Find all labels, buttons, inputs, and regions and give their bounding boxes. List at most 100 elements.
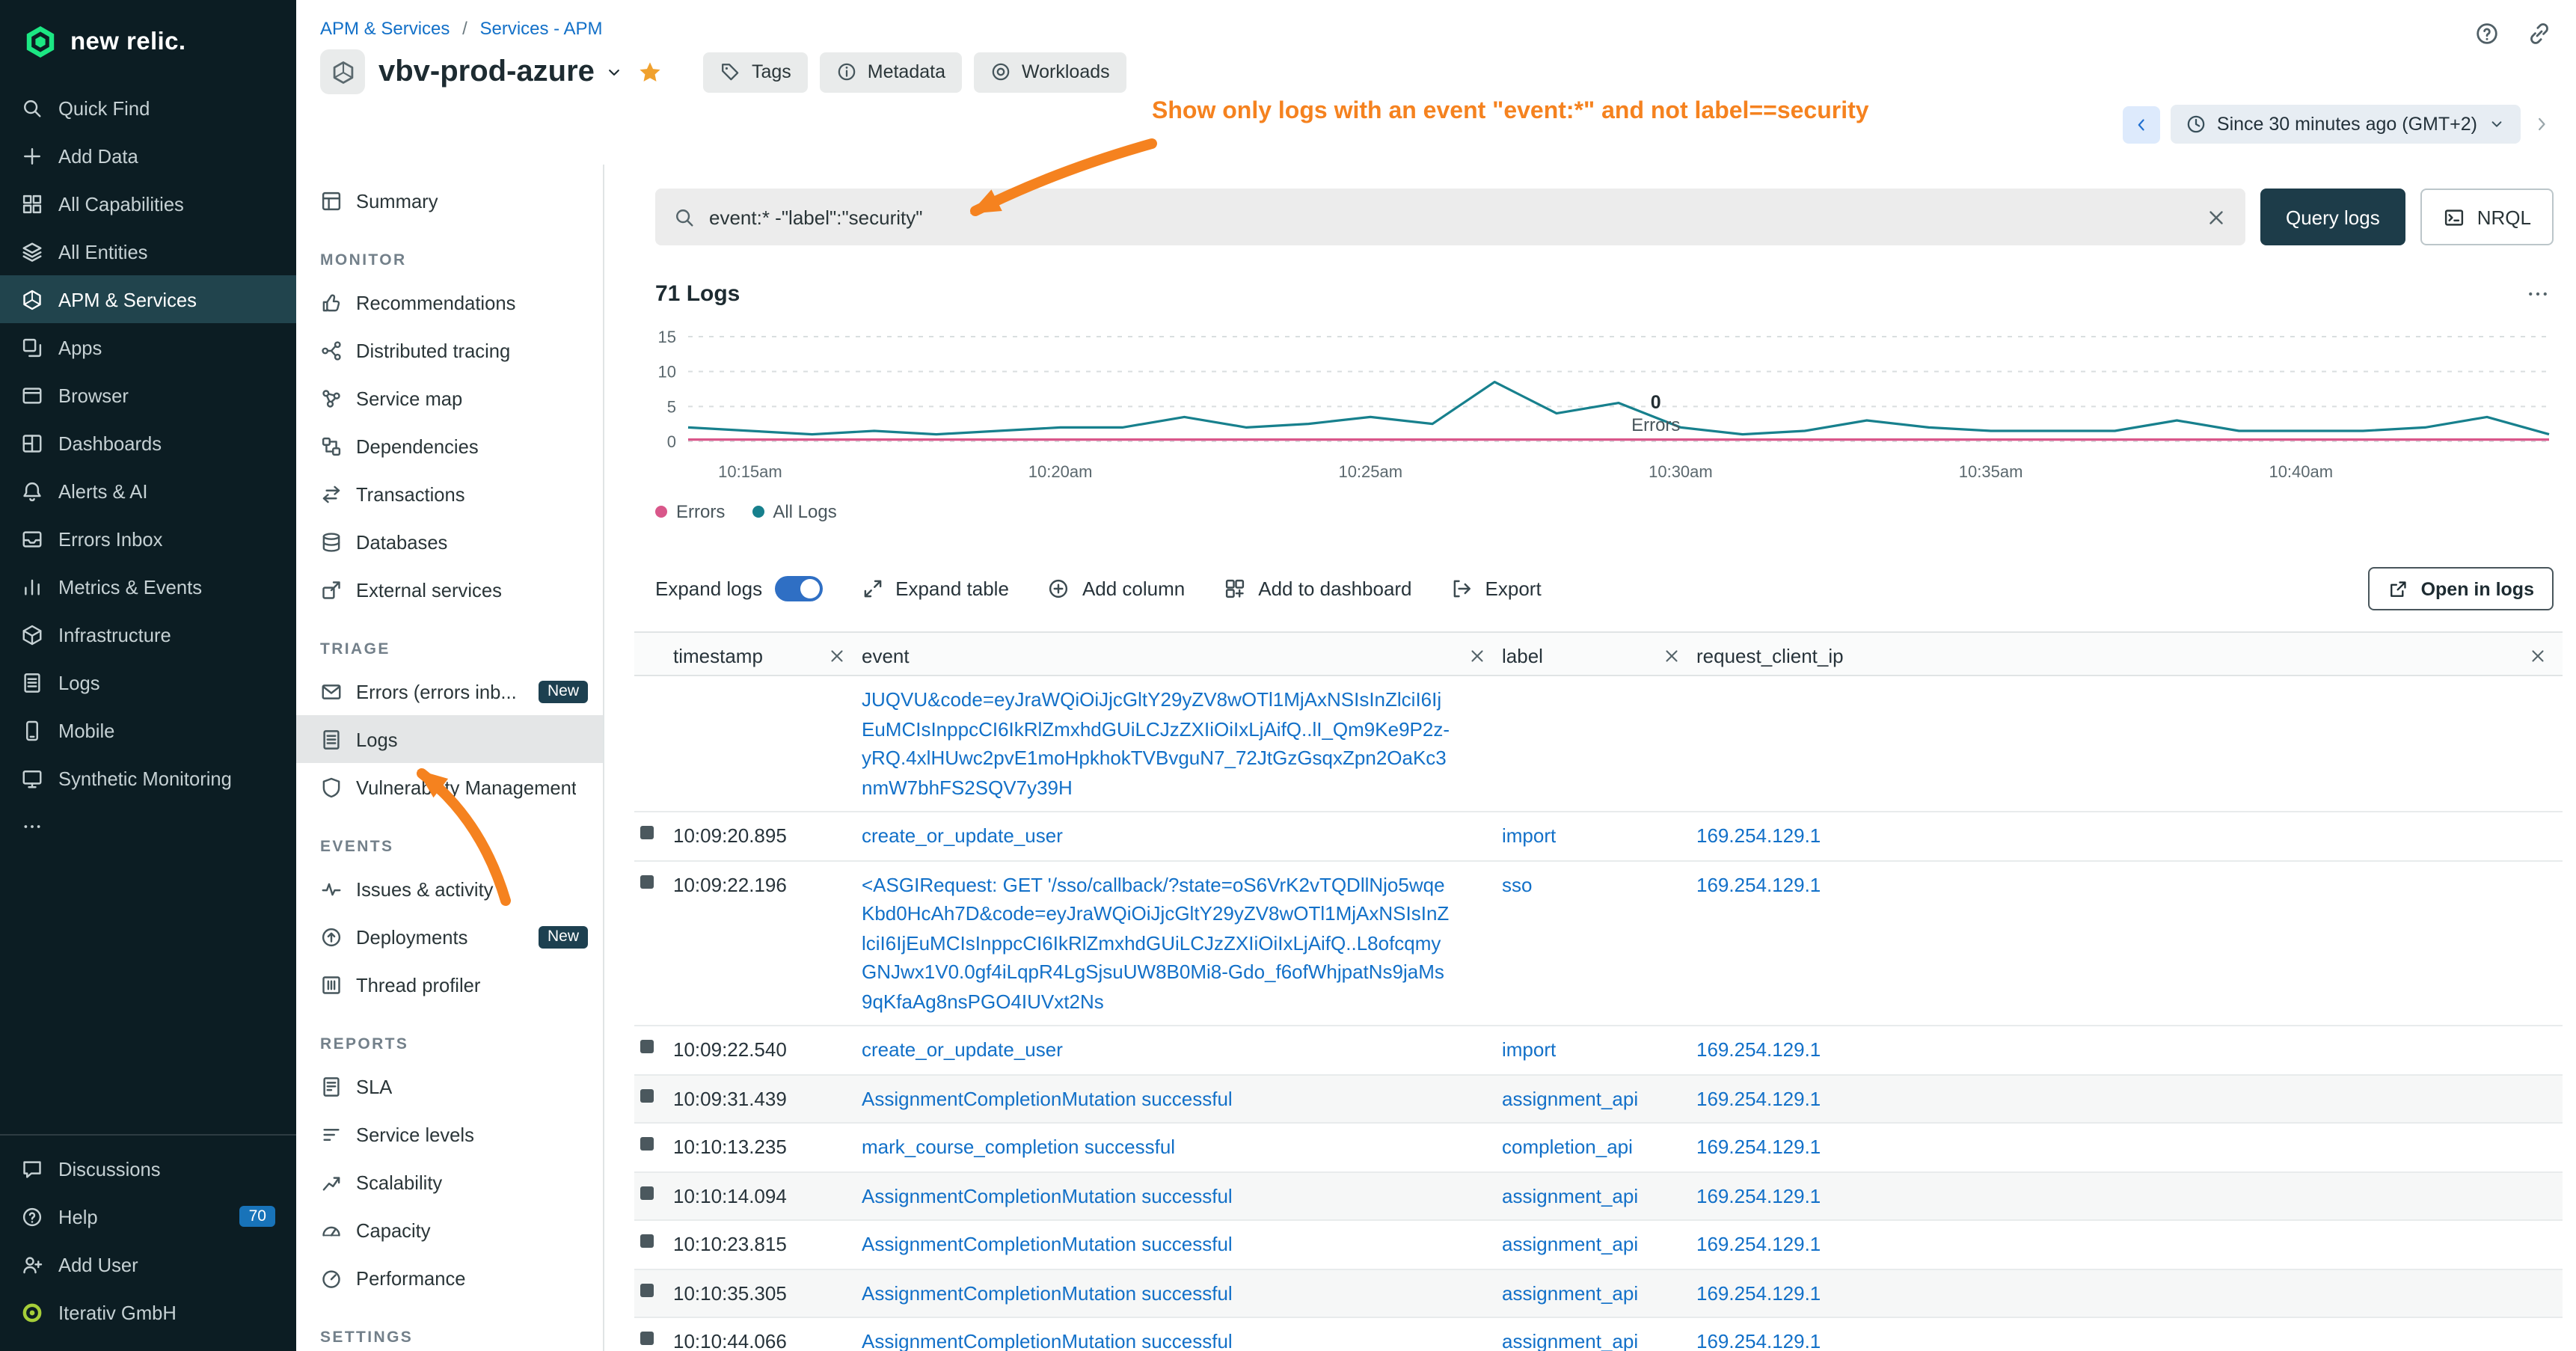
log-label-link[interactable]: import bbox=[1502, 1038, 1556, 1061]
sidebar-item-discussions[interactable]: Discussions bbox=[0, 1145, 296, 1192]
service-nav-item-transactions[interactable]: Transactions bbox=[296, 470, 603, 518]
service-nav-item-errors-errors-inb[interactable]: Errors (errors inb... New bbox=[296, 667, 603, 715]
log-ip-link[interactable]: 169.254.129.1 bbox=[1696, 1330, 1821, 1351]
breadcrumb-services-apm[interactable]: Services - APM bbox=[479, 18, 602, 39]
service-nav-item-logs[interactable]: Logs bbox=[296, 715, 603, 763]
entity-dropdown-chevron-icon[interactable] bbox=[605, 62, 625, 82]
log-ip-link[interactable]: 169.254.129.1 bbox=[1696, 1233, 1821, 1255]
row-select-icon[interactable] bbox=[640, 1137, 654, 1151]
log-event-link[interactable]: AssignmentCompletionMutation successful bbox=[862, 1330, 1233, 1351]
log-ip-link[interactable]: 169.254.129.1 bbox=[1696, 1136, 1821, 1158]
remove-column-icon[interactable] bbox=[1662, 646, 1681, 665]
remove-column-icon[interactable] bbox=[2528, 646, 2548, 665]
service-nav-item-service-map[interactable]: Service map bbox=[296, 374, 603, 422]
log-event-link[interactable]: create_or_update_user bbox=[862, 1038, 1063, 1061]
open-in-logs-button[interactable]: Open in logs bbox=[2369, 567, 2554, 610]
log-ip-link[interactable]: 169.254.129.1 bbox=[1696, 1184, 1821, 1207]
remove-column-icon[interactable] bbox=[1468, 646, 1487, 665]
workloads-button[interactable]: Workloads bbox=[974, 52, 1126, 92]
export-button[interactable]: Export bbox=[1451, 578, 1542, 600]
log-row[interactable]: 10:09:22.196 <ASGIRequest: GET '/sso/cal… bbox=[634, 861, 2563, 1026]
query-logs-button[interactable]: Query logs bbox=[2260, 189, 2405, 245]
log-row[interactable]: 10:10:44.066 AssignmentCompletionMutatio… bbox=[634, 1318, 2563, 1351]
expand-logs-toggle[interactable]: Expand logs bbox=[655, 576, 822, 601]
nrql-button[interactable]: NRQL bbox=[2420, 189, 2554, 245]
breadcrumb-apm-services[interactable]: APM & Services bbox=[320, 18, 450, 39]
log-event-link[interactable]: AssignmentCompletionMutation successful bbox=[862, 1233, 1233, 1255]
log-row[interactable]: 10:10:23.815 AssignmentCompletionMutatio… bbox=[634, 1221, 2563, 1269]
row-select-icon[interactable] bbox=[640, 826, 654, 839]
log-label-link[interactable]: assignment_api bbox=[1502, 1281, 1638, 1304]
sidebar-item-quick-find[interactable]: Quick Find bbox=[0, 84, 296, 132]
log-row[interactable]: JUQVU&code=eyJraWQiOiJjcGltY29yZV8wOTl1M… bbox=[634, 676, 2563, 812]
sidebar-item-add-user[interactable]: Add User bbox=[0, 1240, 296, 1288]
sidebar-item-help[interactable]: Help 70 bbox=[0, 1192, 296, 1240]
service-nav-item-databases[interactable]: Databases bbox=[296, 518, 603, 566]
log-row[interactable]: 10:09:31.439 AssignmentCompletionMutatio… bbox=[634, 1075, 2563, 1124]
service-nav-item-external-services[interactable]: External services bbox=[296, 566, 603, 613]
sidebar-item-alerts-ai[interactable]: Alerts & AI bbox=[0, 467, 296, 515]
log-row[interactable]: 10:10:13.235 mark_course_completion succ… bbox=[634, 1124, 2563, 1172]
log-label-link[interactable]: sso bbox=[1502, 873, 1532, 895]
tags-button[interactable]: Tags bbox=[704, 52, 808, 92]
sidebar-item-infrastructure[interactable]: Infrastructure bbox=[0, 610, 296, 658]
sidebar-item-browser[interactable]: Browser bbox=[0, 371, 296, 419]
service-nav-item-deployments[interactable]: Deployments New bbox=[296, 913, 603, 961]
sidebar-item-ellipsis[interactable] bbox=[0, 802, 296, 850]
query-text[interactable]: event:* -"label":"security" bbox=[709, 206, 2192, 228]
clear-query-icon[interactable] bbox=[2205, 206, 2227, 228]
log-query-input[interactable]: event:* -"label":"security" bbox=[655, 189, 2245, 245]
log-event-link[interactable]: AssignmentCompletionMutation successful bbox=[862, 1281, 1233, 1304]
row-select-icon[interactable] bbox=[640, 1040, 654, 1053]
log-row[interactable]: 10:10:35.305 AssignmentCompletionMutatio… bbox=[634, 1269, 2563, 1318]
sidebar-item-all-capabilities[interactable]: All Capabilities bbox=[0, 180, 296, 227]
service-nav-item-performance[interactable]: Performance bbox=[296, 1254, 603, 1302]
log-event-link[interactable]: create_or_update_user bbox=[862, 824, 1063, 847]
log-row[interactable]: 10:09:22.540 create_or_update_user impor… bbox=[634, 1026, 2563, 1075]
remove-column-icon[interactable] bbox=[827, 646, 847, 665]
permalink-icon[interactable] bbox=[2527, 21, 2552, 46]
more-options-icon[interactable] bbox=[2525, 281, 2551, 307]
sidebar-item-apps[interactable]: Apps bbox=[0, 323, 296, 371]
log-event-link[interactable]: AssignmentCompletionMutation successful bbox=[862, 1087, 1233, 1109]
sidebar-item-iterativ-gmbh[interactable]: Iterativ GmbH bbox=[0, 1288, 296, 1336]
log-event-link[interactable]: mark_course_completion successful bbox=[862, 1136, 1175, 1158]
log-ip-link[interactable]: 169.254.129.1 bbox=[1696, 1038, 1821, 1061]
log-ip-link[interactable]: 169.254.129.1 bbox=[1696, 873, 1821, 895]
log-row[interactable]: 10:09:20.895 create_or_update_user impor… bbox=[634, 812, 2563, 861]
log-label-link[interactable]: assignment_api bbox=[1502, 1233, 1638, 1255]
favorite-star-icon[interactable] bbox=[638, 59, 663, 85]
row-select-icon[interactable] bbox=[640, 1332, 654, 1345]
sidebar-item-all-entities[interactable]: All Entities bbox=[0, 227, 296, 275]
toggle-on-icon[interactable] bbox=[774, 576, 822, 601]
log-label-link[interactable]: completion_api bbox=[1502, 1136, 1633, 1158]
service-nav-item-summary[interactable]: Summary bbox=[296, 177, 603, 224]
service-nav-item-thread-profiler[interactable]: Thread profiler bbox=[296, 961, 603, 1008]
service-nav-item-distributed-tracing[interactable]: Distributed tracing bbox=[296, 326, 603, 374]
service-nav-item-vulnerability-management[interactable]: Vulnerability Management bbox=[296, 763, 603, 811]
time-forward-icon[interactable] bbox=[2531, 114, 2552, 135]
time-picker[interactable]: Since 30 minutes ago (GMT+2) bbox=[2171, 105, 2521, 144]
service-nav-item-dependencies[interactable]: Dependencies bbox=[296, 422, 603, 470]
sidebar-item-mobile[interactable]: Mobile bbox=[0, 706, 296, 754]
time-back-button[interactable] bbox=[2123, 105, 2160, 143]
row-select-icon[interactable] bbox=[640, 874, 654, 888]
sidebar-item-apm-services[interactable]: APM & Services bbox=[0, 275, 296, 323]
log-event-link[interactable]: <ASGIRequest: GET '/sso/callback/?state=… bbox=[862, 873, 1449, 1012]
sidebar-item-metrics-events[interactable]: Metrics & Events bbox=[0, 563, 296, 610]
log-label-link[interactable]: assignment_api bbox=[1502, 1330, 1638, 1351]
service-nav-item-service-levels[interactable]: Service levels bbox=[296, 1110, 603, 1158]
service-nav-item-recommendations[interactable]: Recommendations bbox=[296, 278, 603, 326]
log-ip-link[interactable]: 169.254.129.1 bbox=[1696, 1087, 1821, 1109]
legend-item-all-logs[interactable]: All Logs bbox=[752, 501, 836, 522]
log-label-link[interactable]: assignment_api bbox=[1502, 1184, 1638, 1207]
legend-item-errors[interactable]: Errors bbox=[655, 501, 725, 522]
sidebar-item-dashboards[interactable]: Dashboards bbox=[0, 419, 296, 467]
row-select-icon[interactable] bbox=[640, 1186, 654, 1199]
help-icon[interactable] bbox=[2474, 21, 2500, 46]
metadata-button[interactable]: Metadata bbox=[820, 52, 962, 92]
service-nav-item-capacity[interactable]: Capacity bbox=[296, 1206, 603, 1254]
log-ip-link[interactable]: 169.254.129.1 bbox=[1696, 824, 1821, 847]
service-nav-item-issues-activity[interactable]: Issues & activity bbox=[296, 865, 603, 913]
log-row[interactable]: 10:10:14.094 AssignmentCompletionMutatio… bbox=[634, 1172, 2563, 1221]
